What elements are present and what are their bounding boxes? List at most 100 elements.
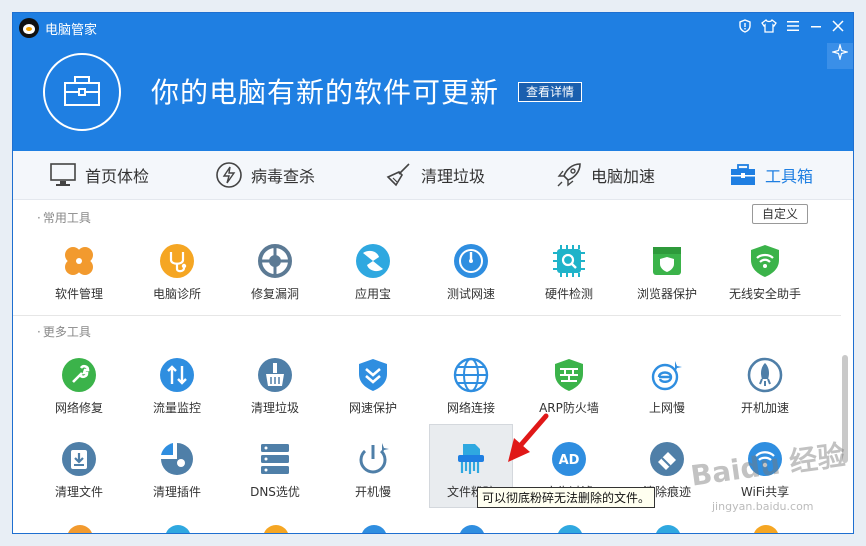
minimize-icon[interactable]: [807, 19, 825, 37]
close-icon[interactable]: [829, 19, 847, 37]
tool-boot-speedup[interactable]: 开机加速: [717, 357, 813, 421]
monitor-icon: [50, 163, 76, 186]
tool-speed-test[interactable]: 测试网速: [423, 243, 519, 307]
tool-label: 网络修复: [54, 401, 103, 415]
tool-app-store[interactable]: 应用宝: [325, 243, 421, 307]
app-title: 电脑管家: [45, 23, 98, 38]
tool-label: 清理垃圾: [250, 401, 299, 415]
tool-clean-plugins[interactable]: 清理插件: [129, 441, 225, 505]
slow-internet-icon: [651, 361, 682, 391]
tool-label: 开机加速: [740, 401, 789, 415]
traffic-monitor-icon: [160, 358, 194, 392]
red-arrow-annotation: [508, 413, 549, 462]
toolbox-hero-icon: [43, 53, 121, 131]
tool-hardware-check[interactable]: 硬件检测: [521, 243, 617, 307]
tool-label: 流量监控: [152, 401, 201, 415]
slow-boot-icon: [359, 443, 389, 474]
tool-label: 无线安全助手: [728, 287, 801, 301]
tab-virus-scan[interactable]: 病毒查杀: [215, 151, 315, 199]
network-repair-icon: [62, 358, 96, 392]
partial-icon: [753, 525, 779, 533]
tab-speedup[interactable]: 电脑加速: [555, 151, 655, 199]
common-tools-title: 常用工具: [37, 209, 91, 226]
clean-files-icon: [62, 442, 96, 476]
tab-label: 工具箱: [765, 167, 814, 186]
shield-icon[interactable]: [736, 19, 754, 37]
tool-label: 修复漏洞: [250, 287, 299, 301]
tool-label: 硬件检测: [544, 287, 593, 301]
tool-slow-boot[interactable]: 开机慢: [325, 441, 421, 505]
tool-label: 上网慢: [648, 401, 685, 415]
update-message: 你的电脑有新的软件可更新: [151, 76, 500, 109]
menu-icon[interactable]: [784, 19, 802, 37]
tab-toolbox[interactable]: 工具箱: [729, 151, 813, 199]
tool-label: 应用宝: [354, 287, 391, 301]
tool-wifi-security[interactable]: 无线安全助手: [717, 243, 813, 307]
header: 电脑管家 你的电脑有新的软件可更新 查看详情: [13, 13, 853, 151]
tool-cleanup[interactable]: 清理垃圾: [227, 357, 323, 421]
tool-dns-optimize[interactable]: DNS选优: [227, 441, 323, 505]
arp-firewall-icon: [555, 359, 583, 391]
speed-protect-icon: [359, 359, 387, 391]
customize-button[interactable]: 自定义: [752, 204, 808, 224]
sparkle-icon[interactable]: [827, 42, 853, 69]
tab-label: 电脑加速: [591, 167, 656, 186]
skin-tshirt-icon[interactable]: [760, 19, 778, 37]
tab-label: 病毒查杀: [251, 167, 316, 186]
view-details-button[interactable]: 查看详情: [518, 82, 583, 102]
title-bar: 电脑管家: [13, 13, 853, 43]
speed-test-icon: [454, 244, 488, 278]
tool-computer-clinic[interactable]: 电脑诊所: [129, 243, 225, 307]
tool-label: 开机慢: [354, 485, 391, 499]
qq-penguin-logo-icon: [19, 18, 39, 38]
tool-network-repair[interactable]: 网络修复: [31, 357, 127, 421]
tool-software-manager[interactable]: 软件管理: [31, 243, 127, 307]
tab-label: 首页体检: [85, 167, 150, 186]
tool-label: 浏览器保护: [636, 287, 697, 301]
tool-label: 测试网速: [446, 287, 495, 301]
broom-icon: [386, 163, 410, 187]
cleanup-icon: [258, 358, 292, 392]
computer-clinic-icon: [160, 244, 194, 278]
partial-icon: [655, 525, 681, 533]
clean-plugins-icon: [161, 443, 193, 475]
more-tools-title: 更多工具: [37, 323, 91, 340]
tool-speed-protect[interactable]: 网速保护: [325, 357, 421, 421]
tool-clean-files[interactable]: 清理文件: [31, 441, 127, 505]
tool-label: 清理插件: [152, 485, 201, 499]
watermark-url: jingyan.baidu.com: [712, 500, 814, 513]
svg-text:AD: AD: [559, 453, 580, 468]
tab-label: 清理垃圾: [421, 167, 486, 186]
wifi-security-icon: [751, 245, 779, 277]
software-manager-icon: [65, 247, 93, 275]
tool-traffic-monitor[interactable]: 流量监控: [129, 357, 225, 421]
hardware-check-icon: [553, 245, 585, 277]
tab-clean-junk[interactable]: 清理垃圾: [385, 151, 485, 199]
tab-home-check[interactable]: 首页体检: [49, 151, 149, 199]
next-row-peek: [13, 525, 841, 533]
partial-icon: [557, 525, 583, 533]
dns-optimize-icon: [261, 444, 289, 474]
partial-icon: [459, 525, 485, 533]
partial-icon: [67, 525, 93, 533]
tool-fix-vulnerability[interactable]: 修复漏洞: [227, 243, 323, 307]
tool-label: 软件管理: [54, 287, 103, 301]
ad-filter-icon: AD: [552, 442, 586, 476]
main-tabs: 首页体检 病毒查杀 清理垃圾 电脑加速 工具箱: [13, 151, 853, 200]
section-divider: [13, 315, 841, 316]
boot-speedup-icon: [747, 357, 783, 393]
file-shredder-icon: [458, 444, 484, 474]
tool-label: 清理文件: [54, 485, 103, 499]
app-store-icon: [356, 244, 390, 278]
toolbox-icon: [731, 164, 755, 185]
network-connection-icon: [453, 357, 489, 393]
tool-browser-protect[interactable]: 浏览器保护: [619, 243, 715, 307]
clear-traces-icon: [650, 442, 684, 476]
partial-icon: [165, 525, 191, 533]
tool-slow-internet[interactable]: 上网慢: [619, 357, 715, 421]
lightning-icon: [216, 162, 242, 188]
browser-protect-icon: [653, 247, 681, 275]
tool-label: DNS选优: [250, 485, 300, 499]
partial-icon: [361, 525, 387, 533]
fix-vulnerability-icon: [258, 244, 292, 278]
